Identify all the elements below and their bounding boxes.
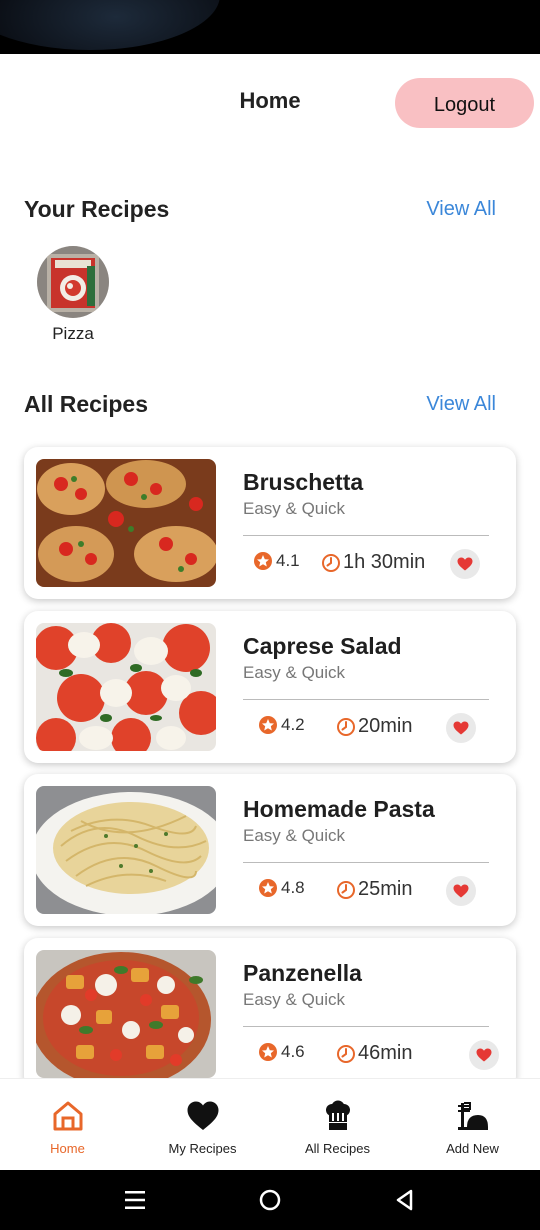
your-recipe-label: Pizza (52, 324, 94, 343)
recipe-card-bruschetta[interactable]: Bruschetta Easy & Quick 4.1 1h 30min (24, 447, 516, 599)
all-recipes-header: All Recipes View All (24, 391, 496, 418)
recipe-name: Homemade Pasta (243, 796, 435, 822)
star-icon (259, 1043, 277, 1061)
all-recipes-title: All Recipes (24, 391, 148, 417)
clock-icon (337, 717, 355, 736)
your-recipe-item-pizza[interactable]: Pizza (37, 246, 109, 344)
recipe-time: 20min (336, 715, 412, 738)
caprese-salad-photo-icon (36, 623, 216, 751)
recipe-thumbnail (36, 786, 216, 914)
favorite-button[interactable] (446, 876, 476, 906)
logout-button[interactable]: Logout (395, 78, 534, 128)
all-recipes-view-all-link[interactable]: View All (426, 393, 496, 416)
heart-icon (476, 1048, 492, 1062)
recipe-time: 25min (336, 878, 412, 901)
recipe-thumbnail (36, 459, 216, 587)
heart-icon (457, 557, 473, 571)
rating-value: 4.6 (281, 1042, 305, 1061)
bruschetta-photo-icon (36, 459, 216, 587)
divider (243, 699, 489, 700)
recipe-card-caprese-salad[interactable]: Caprese Salad Easy & Quick 4.2 20min (24, 611, 516, 763)
recipe-rating: 4.1 (253, 551, 300, 571)
your-recipes-view-all-link[interactable]: View All (426, 198, 496, 221)
time-value: 46min (358, 1042, 413, 1064)
clock-icon (337, 880, 355, 899)
nav-item-home[interactable]: Home (0, 1079, 135, 1171)
app-header: Home Logout (0, 54, 540, 164)
recipe-time: 1h 30min (321, 551, 425, 574)
clock-icon (322, 553, 340, 572)
pizza-photo-icon (37, 246, 109, 318)
time-value: 20min (358, 715, 413, 737)
star-icon (254, 552, 272, 570)
clock-icon (337, 1044, 355, 1063)
nav-item-my-recipes[interactable]: My Recipes (135, 1079, 270, 1171)
star-icon (259, 716, 277, 734)
homemade-pasta-photo-icon (36, 786, 216, 914)
panzenella-photo-icon (36, 950, 216, 1078)
time-value: 25min (358, 878, 413, 900)
time-value: 1h 30min (343, 551, 426, 573)
recipe-card-homemade-pasta[interactable]: Homemade Pasta Easy & Quick 4.8 25min (24, 774, 516, 926)
recipe-name: Bruschetta (243, 469, 364, 495)
heart-icon (453, 884, 469, 898)
nav-item-all-recipes[interactable]: All Recipes (270, 1079, 405, 1171)
star-icon (259, 879, 277, 897)
recipe-subtitle: Easy & Quick (243, 990, 346, 1009)
recipe-thumbnail (36, 623, 216, 751)
recipe-name: Panzenella (243, 960, 362, 986)
your-recipes-header: Your Recipes View All (24, 196, 496, 223)
heart-icon (187, 1101, 218, 1130)
bottom-navigation: Home My Recipes All Recipes Add New (0, 1078, 540, 1170)
recipe-subtitle: Easy & Quick (243, 826, 346, 845)
recipe-rating: 4.8 (258, 878, 305, 898)
nav-label: My Recipes (168, 1141, 237, 1156)
heart-icon (453, 721, 469, 735)
recipe-thumbnail (36, 950, 216, 1078)
nav-item-add-new[interactable]: Add New (405, 1079, 540, 1171)
nav-label: Home (50, 1141, 85, 1156)
nav-label: Add New (446, 1141, 499, 1156)
nav-label: All Recipes (304, 1141, 371, 1156)
recipe-name: Caprese Salad (243, 633, 402, 659)
favorite-button[interactable] (450, 549, 480, 579)
recipe-time: 46min (336, 1042, 412, 1065)
status-bar (0, 0, 540, 54)
favorite-button[interactable] (469, 1040, 499, 1070)
chef-hat-icon (325, 1100, 350, 1130)
divider (243, 535, 489, 536)
recipe-avatar (37, 246, 109, 318)
rating-value: 4.2 (281, 715, 305, 734)
back-icon[interactable] (393, 1188, 417, 1212)
favorite-button[interactable] (446, 713, 476, 743)
recipe-rating: 4.2 (258, 715, 305, 735)
rating-value: 4.1 (276, 551, 300, 570)
divider (243, 862, 489, 863)
system-navigation-bar (0, 1170, 540, 1230)
recent-apps-icon[interactable] (123, 1188, 147, 1212)
recipe-subtitle: Easy & Quick (243, 499, 346, 518)
recipe-rating: 4.6 (258, 1042, 305, 1062)
home-icon (53, 1101, 82, 1131)
home-circle-icon[interactable] (258, 1188, 282, 1212)
recipe-card-panzenella[interactable]: Panzenella Easy & Quick 4.6 46min (24, 938, 516, 1090)
rating-value: 4.8 (281, 878, 305, 897)
your-recipes-title: Your Recipes (24, 196, 170, 222)
add-new-icon (457, 1102, 488, 1130)
divider (243, 1026, 489, 1027)
recipe-subtitle: Easy & Quick (243, 663, 346, 682)
